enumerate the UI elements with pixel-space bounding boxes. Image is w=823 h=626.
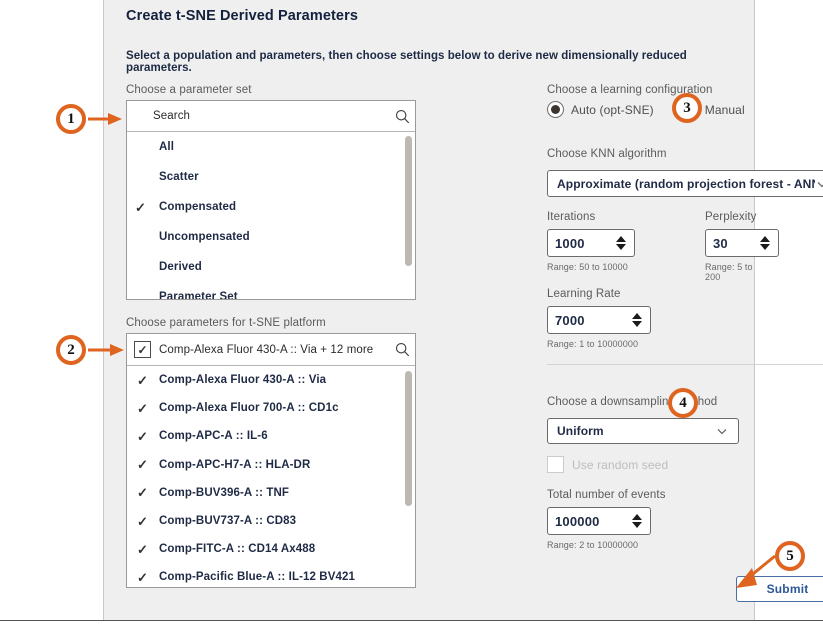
callout-arrows (88, 113, 776, 588)
callout-badge-5: 5 (775, 541, 805, 571)
callout-badge-2: 2 (56, 335, 86, 365)
callout-badge-3: 3 (672, 93, 702, 123)
callout-badge-4: 4 (668, 388, 698, 418)
callout-badge-1: 1 (56, 104, 86, 134)
